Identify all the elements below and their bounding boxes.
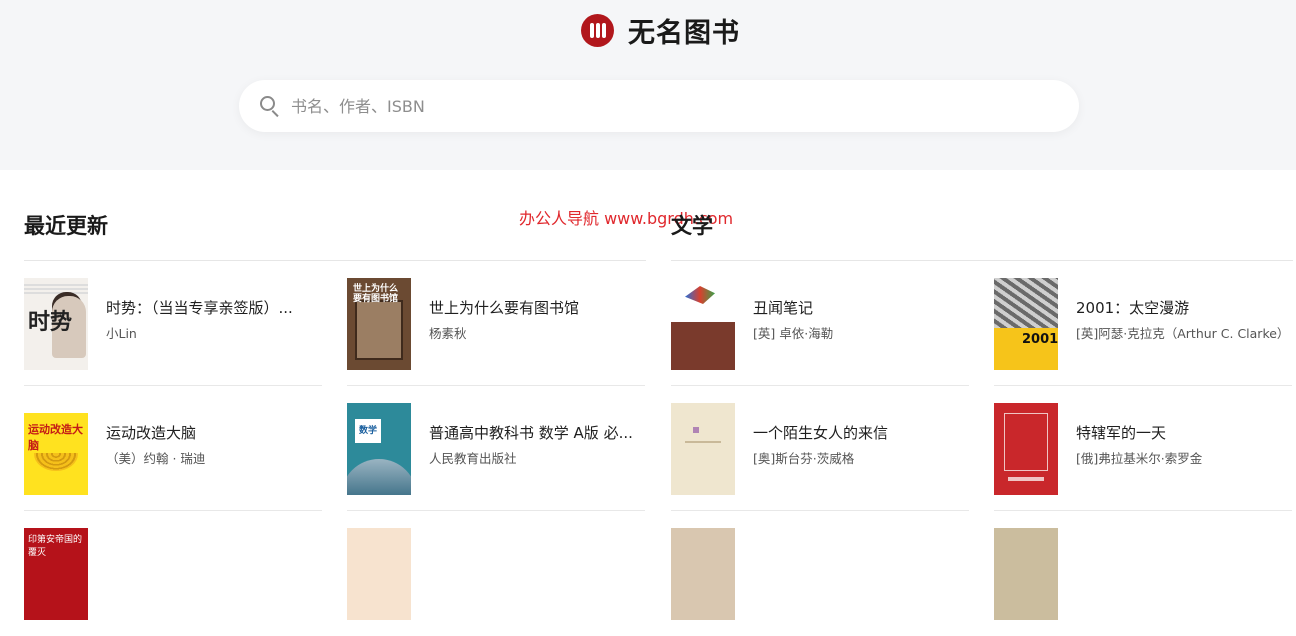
cover-text: 世上为什么要有图书馆 <box>353 284 399 304</box>
book-cover-icon[interactable] <box>994 403 1058 495</box>
book-title[interactable]: 普通高中教科书 数学 A版 必... <box>429 423 643 443</box>
book-title[interactable]: 运动改造大脑 <box>106 423 320 443</box>
book-item[interactable]: 2001 2001：太空漫游 [英]阿瑟·克拉克（Arthur C. Clark… <box>994 261 1292 386</box>
book-title[interactable]: 时势：（当当专享亲签版）... <box>106 298 320 318</box>
book-grid: 丑闻笔记 [英] 卓依·海勒 2001 2001：太空漫游 [英]阿瑟·克拉克（… <box>671 261 1294 636</box>
book-item[interactable]: 运动改造大脑 运动改造大脑 （美）约翰 · 瑞迪 <box>24 386 322 511</box>
book-cover-icon[interactable]: 数学 <box>347 403 411 495</box>
site-logo[interactable]: 无名图书 <box>581 12 740 49</box>
book-cover-icon[interactable] <box>347 528 411 620</box>
book-cover-icon[interactable]: 印第安帝国的覆灭 <box>24 528 88 620</box>
book-author: [英]阿瑟·克拉克（Arthur C. Clarke） <box>1076 326 1290 341</box>
book-cover-icon[interactable]: 时势 <box>24 278 88 370</box>
book-item[interactable] <box>671 511 969 636</box>
book-author: [奥]斯台芬·茨威格 <box>753 451 855 466</box>
book-item[interactable]: 一个陌生女人的来信 [奥]斯台芬·茨威格 <box>671 386 969 511</box>
search-icon[interactable] <box>259 95 281 118</box>
book-cover-icon[interactable] <box>671 403 735 495</box>
book-cover-icon[interactable]: 2001 <box>994 278 1058 370</box>
book-item[interactable]: 数学 普通高中教科书 数学 A版 必... 人民教育出版社 <box>347 386 645 511</box>
book-item[interactable]: 丑闻笔记 [英] 卓依·海勒 <box>671 261 969 386</box>
book-item[interactable] <box>347 511 645 636</box>
book-item[interactable]: 时势 时势：（当当专享亲签版）... 小Lin <box>24 261 322 386</box>
site-name: 无名图书 <box>628 17 740 49</box>
book-title[interactable]: 2001：太空漫游 <box>1076 298 1290 318</box>
book-item[interactable] <box>994 511 1292 636</box>
book-cover-icon[interactable]: 世上为什么要有图书馆 <box>347 278 411 370</box>
book-item[interactable]: 世上为什么要有图书馆 世上为什么要有图书馆 杨素秋 <box>347 261 645 386</box>
header-area: 无名图书 <box>0 0 1296 170</box>
book-author: [英] 卓依·海勒 <box>753 326 834 341</box>
book-author: 人民教育出版社 <box>429 451 517 466</box>
section-literature: 文学 丑闻笔记 [英] 卓依·海勒 2001 2001：太空漫游 [英]阿瑟·克… <box>671 210 1294 636</box>
book-author: [俄]弗拉基米尔·索罗金 <box>1076 451 1203 466</box>
cover-text: 印第安帝国的覆灭 <box>28 535 83 558</box>
book-title[interactable]: 一个陌生女人的来信 <box>753 423 967 443</box>
search-input[interactable] <box>291 96 1051 116</box>
section-title: 文学 <box>671 213 713 238</box>
book-cover-icon[interactable] <box>671 278 735 370</box>
book-title[interactable]: 特辖军的一天 <box>1076 423 1290 443</box>
book-cover-icon[interactable] <box>671 528 735 620</box>
cover-text: 2001 <box>1022 332 1058 347</box>
book-item[interactable]: 印第安帝国的覆灭 <box>24 511 322 636</box>
book-title[interactable]: 世上为什么要有图书馆 <box>429 298 643 318</box>
logo-icon <box>581 13 614 47</box>
search-bar[interactable] <box>239 80 1079 132</box>
book-title[interactable]: 丑闻笔记 <box>753 298 967 318</box>
book-author: （美）约翰 · 瑞迪 <box>106 451 206 466</box>
book-author: 小Lin <box>106 326 137 341</box>
section-title: 最近更新 <box>24 213 108 238</box>
book-grid: 时势 时势：（当当专享亲签版）... 小Lin 世上为什么要有图书馆 世上为什么… <box>24 261 647 636</box>
cover-text: 时势 <box>28 309 73 335</box>
book-author: 杨素秋 <box>429 326 467 341</box>
cover-text: 数学 <box>355 419 381 443</box>
section-recent-updates: 最近更新 时势 时势：（当当专享亲签版）... 小Lin 世上为什么要有图书馆 … <box>24 210 647 636</box>
cover-text: 运动改造大脑 <box>28 421 88 453</box>
book-cover-icon[interactable]: 运动改造大脑 <box>24 403 88 495</box>
book-cover-icon[interactable] <box>994 528 1058 620</box>
book-item[interactable]: 特辖军的一天 [俄]弗拉基米尔·索罗金 <box>994 386 1292 511</box>
